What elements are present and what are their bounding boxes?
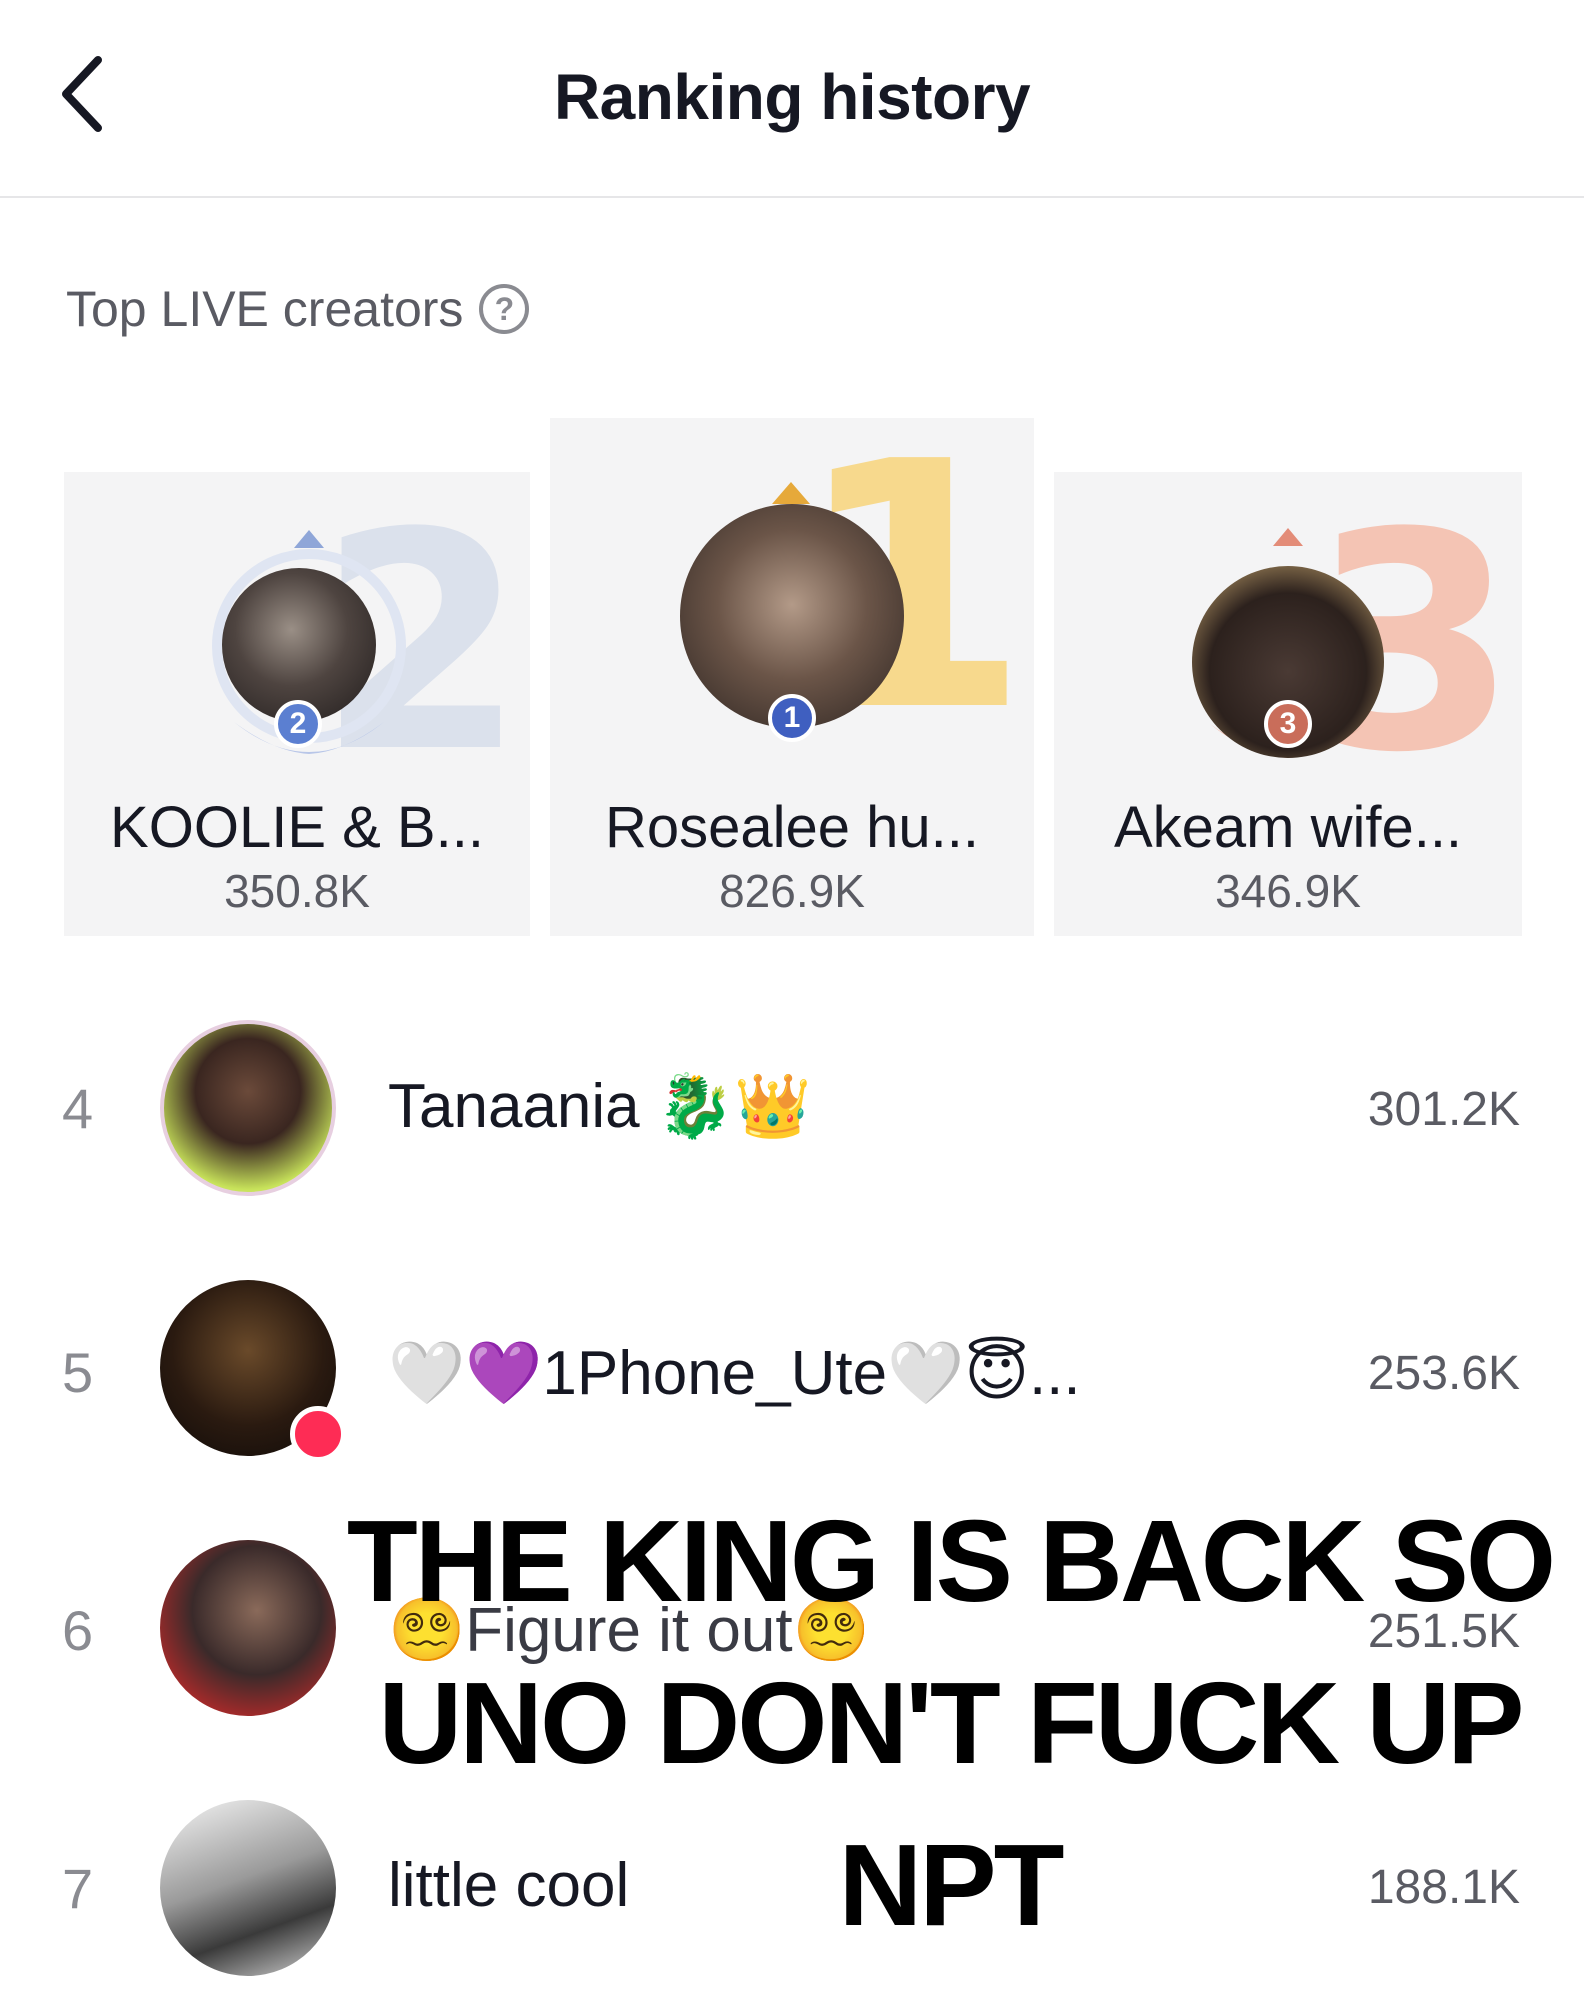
creator-score: 350.8K — [224, 865, 370, 917]
creator-score: 346.9K — [1215, 865, 1361, 917]
creator-name: KOOLIE & B... — [110, 795, 484, 860]
rank-number: 5 — [62, 1341, 94, 1404]
list-item[interactable]: 6 😵‍💫Figure it out😵‍💫 251.5K — [0, 1506, 1584, 1746]
creator-name: 😵‍💫Figure it out😵‍💫 — [388, 1596, 870, 1665]
creator-name: Tanaania 🐉👑 — [388, 1072, 812, 1141]
creator-name: Akeam wife... — [1113, 795, 1463, 860]
creator-score: 251.5K — [1367, 1605, 1520, 1658]
section-label-text: Top LIVE creators — [66, 281, 464, 337]
rank-badge: 3 — [1264, 700, 1312, 748]
rank-number: 4 — [62, 1077, 94, 1140]
question-circle-icon[interactable]: ? — [479, 284, 530, 334]
avatar — [160, 1020, 336, 1196]
creator-name: Rosealee hu... — [604, 795, 980, 860]
creator-score: 253.6K — [1367, 1347, 1520, 1400]
header-bar: Ranking history — [0, 0, 1584, 198]
avatar — [160, 1540, 336, 1716]
creator-score: 826.9K — [719, 865, 865, 917]
rank-badge: 2 — [274, 700, 322, 748]
creator-name: 🤍💜1Phone_Ute🤍😇... — [388, 1339, 1081, 1408]
list-item[interactable]: 4 Tanaania 🐉👑 301.2K — [0, 990, 1584, 1230]
creator-score: 188.1K — [1367, 1861, 1520, 1914]
rank-number: 6 — [62, 1599, 94, 1662]
list-item[interactable]: 7 little cool 188.1K — [0, 1760, 1584, 2000]
rank-badge: 1 — [768, 694, 816, 742]
section-label: Top LIVE creators ? — [66, 280, 530, 338]
creator-score: 301.2K — [1367, 1083, 1520, 1136]
avatar — [160, 1800, 336, 1976]
podium-card-rank-1[interactable]: 1 1 Rosealee hu... 826.9K — [550, 418, 1034, 936]
list-item[interactable]: 5 🤍💜1Phone_Ute🤍😇... 253.6K — [0, 1248, 1584, 1488]
live-indicator-icon — [290, 1406, 346, 1462]
rank-number: 7 — [62, 1857, 94, 1920]
podium-card-rank-2[interactable]: 2 2 KOOLIE & B... 350.8K — [64, 472, 530, 936]
avatar — [222, 568, 376, 722]
podium-card-rank-3[interactable]: 3 3 Akeam wife... 346.9K — [1054, 472, 1522, 936]
creator-name: little cool — [388, 1851, 630, 1920]
page-title: Ranking history — [553, 61, 1031, 133]
